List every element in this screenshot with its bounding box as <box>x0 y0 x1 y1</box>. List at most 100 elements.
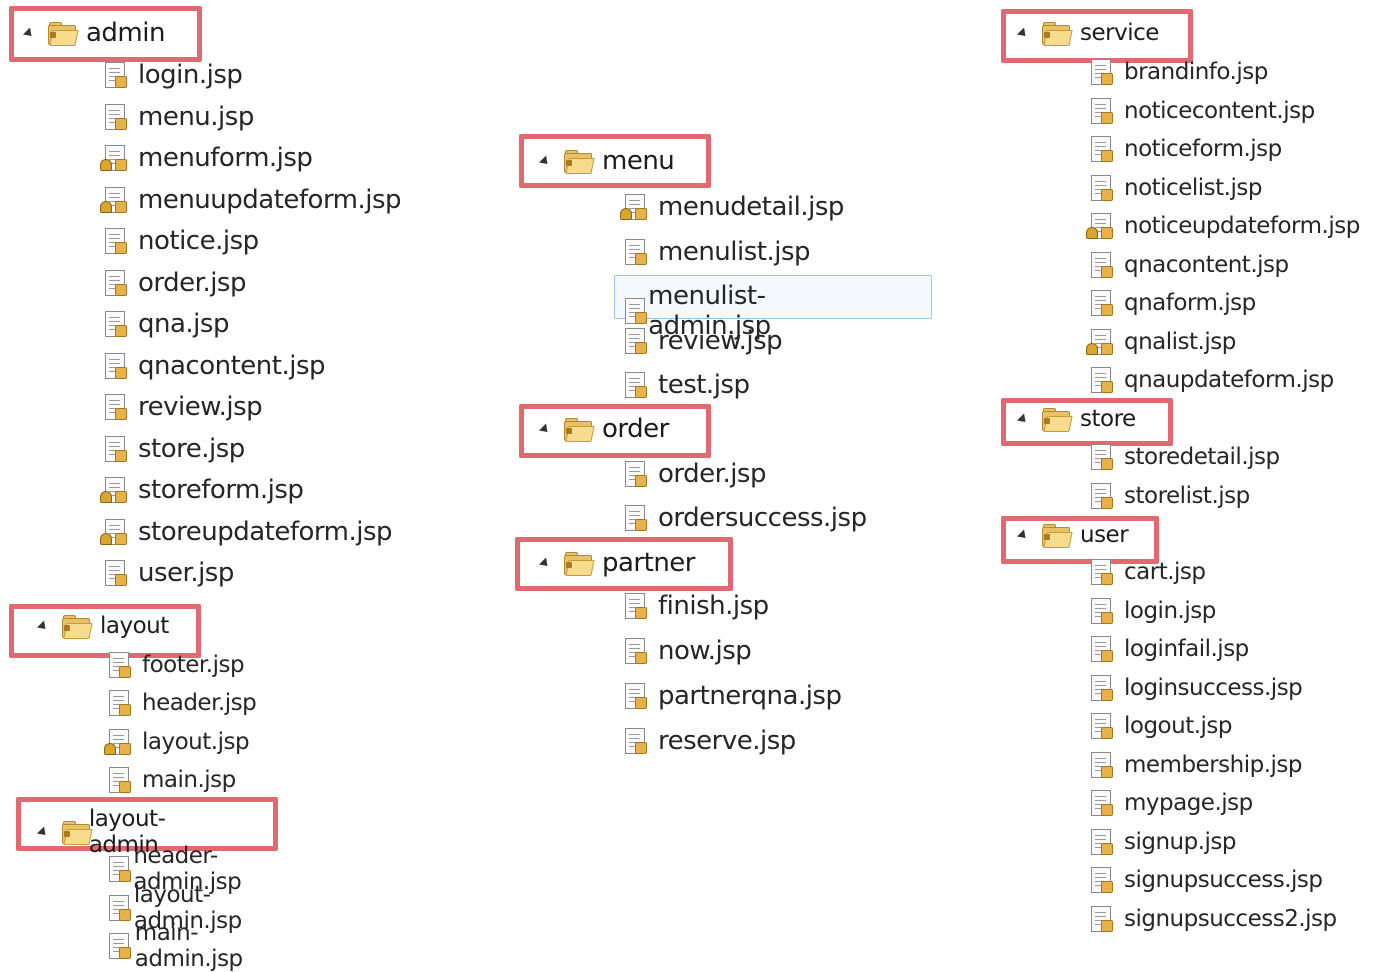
file-item[interactable]: storeupdateform.jsp <box>100 516 393 547</box>
file-item[interactable]: test.jsp <box>624 370 750 400</box>
file-item[interactable]: ordersuccess.jsp <box>624 503 867 533</box>
file-item[interactable]: login.jsp <box>104 60 243 90</box>
file-item[interactable]: review.jsp <box>624 326 783 356</box>
expand-triangle-icon[interactable] <box>1016 528 1030 542</box>
expand-triangle-icon[interactable] <box>36 825 50 839</box>
file-item[interactable]: user.jsp <box>104 558 234 588</box>
jsp-file-icon <box>1090 444 1113 470</box>
jsp-file-icon <box>1090 59 1113 85</box>
file-item[interactable]: store.jsp <box>104 434 245 464</box>
jsp-file-icon <box>1086 328 1113 355</box>
jsp-file-icon <box>1090 674 1113 701</box>
folder-menu[interactable]: menu <box>538 146 675 176</box>
jsp-file-icon <box>1090 597 1113 624</box>
file-item[interactable]: main-admin.jsp <box>108 920 250 972</box>
folder-admin[interactable]: admin <box>22 18 165 48</box>
file-item[interactable]: login.jsp <box>1090 597 1216 624</box>
expand-triangle-icon[interactable] <box>538 154 552 168</box>
jsp-file-icon <box>108 690 131 717</box>
file-label: qna.jsp <box>138 309 229 339</box>
folder-user[interactable]: user <box>1016 522 1129 548</box>
expand-triangle-icon[interactable] <box>1016 26 1030 40</box>
file-item[interactable]: cart.jsp <box>1090 559 1206 585</box>
file-label: signupsuccess2.jsp <box>1124 905 1337 932</box>
file-item[interactable]: noticeupdateform.jsp <box>1086 213 1360 239</box>
file-label: qnacontent.jsp <box>138 350 326 381</box>
file-item[interactable]: loginsuccess.jsp <box>1090 674 1303 701</box>
expand-triangle-icon[interactable] <box>22 26 36 40</box>
jsp-file-icon <box>100 145 127 171</box>
file-item[interactable]: reserve.jsp <box>624 726 796 756</box>
expand-triangle-icon[interactable] <box>36 619 50 633</box>
package-folder-icon <box>62 821 93 845</box>
file-label: order.jsp <box>138 267 246 298</box>
file-item[interactable]: qnaform.jsp <box>1090 290 1256 316</box>
file-label: menuupdateform.jsp <box>138 184 402 215</box>
jsp-file-icon <box>624 461 647 487</box>
file-item[interactable]: menudetail.jsp <box>620 192 844 222</box>
file-item[interactable]: finish.jsp <box>624 591 769 621</box>
jsp-file-icon <box>108 933 131 959</box>
file-item[interactable]: qna.jsp <box>104 309 229 339</box>
folder-layout[interactable]: layout <box>36 613 169 639</box>
expand-triangle-icon[interactable] <box>538 422 552 436</box>
jsp-file-icon <box>104 560 127 586</box>
file-item[interactable]: review.jsp <box>104 392 263 422</box>
file-item[interactable]: membership.jsp <box>1090 751 1303 778</box>
file-label: main-admin.jsp <box>134 920 243 972</box>
file-item[interactable]: order.jsp <box>104 268 246 298</box>
folder-partner[interactable]: partner <box>538 548 695 578</box>
file-item[interactable]: storedetail.jsp <box>1090 444 1280 470</box>
jsp-file-icon <box>1090 136 1113 162</box>
file-label: cart.jsp <box>1124 559 1206 585</box>
folder-service[interactable]: service <box>1016 20 1159 46</box>
jsp-file-icon <box>104 394 127 420</box>
file-item[interactable]: footer.jsp <box>108 652 245 678</box>
file-item[interactable]: layout.jsp <box>104 728 250 755</box>
file-item[interactable]: qnacontent.jsp <box>104 350 326 381</box>
file-item[interactable]: qnalist.jsp <box>1086 328 1236 355</box>
file-label: qnalist.jsp <box>1124 328 1236 355</box>
package-folder-icon <box>1042 524 1073 548</box>
file-item[interactable]: logout.jsp <box>1090 713 1233 739</box>
file-item[interactable]: storelist.jsp <box>1090 482 1250 509</box>
file-item[interactable]: signupsuccess.jsp <box>1090 867 1323 893</box>
file-item[interactable]: qnaupdateform.jsp <box>1090 367 1334 393</box>
file-item[interactable]: menuupdateform.jsp <box>100 184 402 215</box>
file-label: signup.jsp <box>1124 828 1237 855</box>
file-item[interactable]: signup.jsp <box>1090 828 1237 855</box>
jsp-file-icon <box>104 435 127 462</box>
file-item[interactable]: noticeform.jsp <box>1090 136 1282 162</box>
file-item[interactable]: qnacontent.jsp <box>1090 251 1289 278</box>
file-item[interactable]: partnerqna.jsp <box>624 681 842 711</box>
file-item[interactable]: brandinfo.jsp <box>1090 59 1268 85</box>
file-item[interactable]: main.jsp <box>108 766 236 793</box>
file-label: footer.jsp <box>142 652 245 678</box>
jsp-file-icon <box>624 298 647 324</box>
file-item[interactable]: now.jsp <box>624 636 752 666</box>
file-item[interactable]: header.jsp <box>108 690 257 717</box>
file-item[interactable]: menu.jsp <box>104 102 254 132</box>
file-item[interactable]: menulist.jsp <box>624 237 811 267</box>
file-label: menudetail.jsp <box>658 192 844 222</box>
jsp-file-icon <box>624 238 647 265</box>
file-item[interactable]: loginfail.jsp <box>1090 636 1249 662</box>
file-label: main.jsp <box>142 766 236 793</box>
file-item[interactable]: order.jsp <box>624 459 766 489</box>
file-label: storeupdateform.jsp <box>138 516 393 547</box>
file-item[interactable]: menuform.jsp <box>100 143 313 173</box>
package-folder-icon <box>1042 22 1073 46</box>
file-item[interactable]: signupsuccess2.jsp <box>1090 905 1337 932</box>
expand-triangle-icon[interactable] <box>538 556 552 570</box>
folder-store[interactable]: store <box>1016 406 1136 432</box>
file-item[interactable]: notice.jsp <box>104 226 259 256</box>
package-folder-icon <box>564 552 595 576</box>
file-item[interactable]: noticecontent.jsp <box>1090 97 1315 124</box>
folder-label: order <box>602 414 669 444</box>
expand-triangle-icon[interactable] <box>1016 412 1030 426</box>
file-item[interactable]: noticelist.jsp <box>1090 174 1262 201</box>
folder-order[interactable]: order <box>538 414 669 444</box>
jsp-file-icon <box>624 683 647 709</box>
file-item[interactable]: storeform.jsp <box>100 475 304 505</box>
file-item[interactable]: mypage.jsp <box>1090 790 1253 816</box>
